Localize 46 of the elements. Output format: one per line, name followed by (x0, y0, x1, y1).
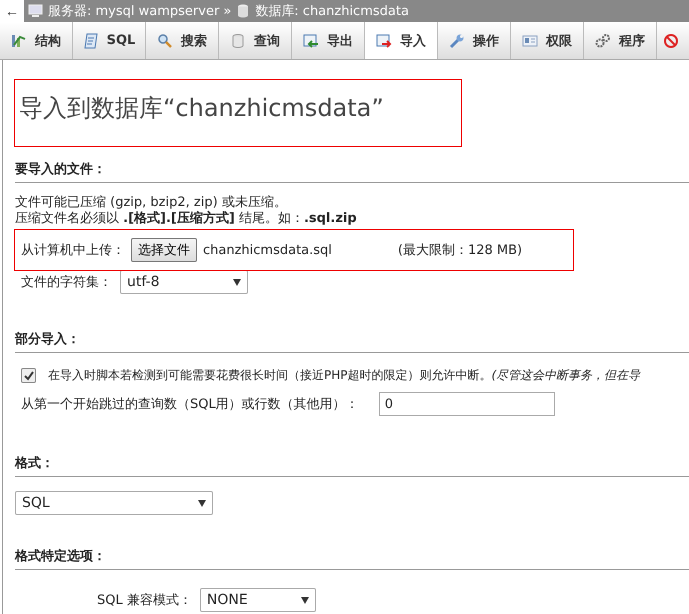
compat-label: SQL 兼容模式： (97, 592, 192, 609)
server-icon (28, 3, 44, 19)
skip-input[interactable]: 0 (378, 392, 555, 416)
tab[interactable]: 权限 (511, 22, 584, 59)
checkbox-label: 在导入时脚本若检测到可能需要花费很长时间（接近PHP超时的限定）则允许中断。(尽管这会中断事务，但在导 (48, 367, 640, 384)
caret-icon (233, 278, 241, 286)
tab[interactable]: 程序 (584, 22, 657, 59)
scroll-icon (82, 32, 99, 48)
import-icon (376, 32, 392, 48)
file-name: chanzhicmsdata.sql (203, 242, 332, 258)
breadcrumb-separator: » (223, 4, 232, 18)
server-link[interactable]: 服务器: mysql wampserver (48, 2, 220, 20)
tab[interactable]: 操作 (438, 22, 511, 59)
gears-icon (595, 32, 611, 48)
size-limit: (最大限制：128 MB) (398, 242, 522, 259)
tab[interactable]: 导出 (292, 22, 365, 59)
checkbox[interactable] (21, 368, 36, 383)
tab[interactable]: SQL (73, 22, 146, 59)
charset-select[interactable]: utf-8 (120, 270, 248, 294)
section-heading: 要导入的文件： (15, 160, 689, 183)
compat-select[interactable]: NONE (200, 588, 316, 612)
tab[interactable]: 结构 (0, 22, 73, 59)
format-select[interactable]: SQL (15, 491, 213, 515)
no-entry-icon (663, 32, 679, 48)
tab[interactable]: 查询 (219, 22, 292, 59)
section-heading: 格式： (15, 454, 689, 477)
database-link[interactable]: 数据库: chanzhicmsdata (255, 2, 409, 20)
id-card-icon (522, 32, 538, 48)
database-icon (230, 32, 246, 48)
tab[interactable]: 搜索 (146, 22, 219, 59)
back-button[interactable]: ← (0, 0, 24, 22)
choose-file-button[interactable]: 选择文件 (131, 238, 197, 262)
file-name-note: 压缩文件名必须以 .[格式].[压缩方式] 结尾。如：.sql.zip (15, 211, 358, 227)
section-heading: 格式特定选项： (15, 547, 689, 570)
structure-icon (11, 32, 27, 48)
caret-icon (300, 596, 309, 604)
charset-label: 文件的字符集： (21, 274, 112, 291)
export-icon (303, 32, 319, 48)
compression-note: 文件可能已压缩 (gzip, bzip2, zip) 或未压缩。 (15, 195, 288, 210)
upload-label: 从计算机中上传： (21, 242, 125, 259)
search-icon (157, 32, 173, 48)
wrench-icon (449, 32, 465, 48)
caret-icon (198, 500, 206, 506)
page-title: 导入到数据库“chanzhicmsdata” (15, 80, 461, 146)
section-heading: 部分导入： (15, 330, 689, 353)
skip-label: 从第一个开始跳过的查询数（SQL用）或行数（其他用）： (21, 396, 359, 413)
